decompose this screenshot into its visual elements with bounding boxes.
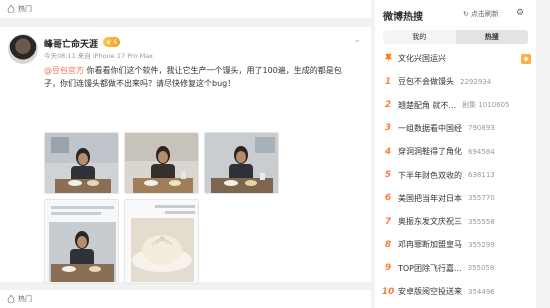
trending-item[interactable]: 10安卓版阅空投送来了 354496: [381, 282, 531, 301]
hot-search-sidebar: 微博热搜 ↻ 点击刷新 ⚙ 我的 热搜 文化兴国运兴 1 豆包不会做馒头 229293…: [375, 0, 536, 308]
trending-title: 美国把当年对日本话...: [398, 193, 462, 203]
trending-title: 穿洞洞鞋得了角化型...: [398, 147, 462, 157]
post-text-line1: 你看看你们这个软件，我让它生产一个馒头，用了100遍，生成的都是包: [84, 66, 342, 75]
trending-title: 一组数据看中国经济...: [398, 123, 462, 133]
trending-title: 奥振东发文庆祝三冠王: [398, 217, 462, 227]
tab-hot-search[interactable]: 热搜: [455, 30, 528, 44]
fire-icon: [6, 5, 15, 14]
trending-item[interactable]: 7 奥振东发文庆祝三冠王 355558: [381, 212, 531, 231]
vip-badge[interactable]: ♛ 6: [103, 37, 121, 47]
trending-rank: 1: [384, 76, 392, 87]
trending-rank: 6: [384, 193, 392, 204]
hot-label: 热门: [18, 295, 32, 303]
crown-icon: ♛: [106, 38, 112, 46]
trending-count: 355299: [468, 240, 495, 249]
trending-rank: 7: [384, 216, 392, 227]
trending-rank: 2: [384, 100, 392, 111]
trending-count: 694584: [468, 147, 495, 156]
trending-item[interactable]: 8 邓冉罪断加盟皇马 355299: [381, 235, 531, 254]
trending-item[interactable]: 3 一组数据看中国经济... 790893: [381, 119, 531, 138]
feed: 热门 峰哥亡命天涯 ♛ 6 今天08:11 来自 iPhone 17 Pro M…: [0, 0, 371, 308]
post-image-2[interactable]: [124, 132, 199, 194]
trending-rank: 9: [384, 263, 392, 274]
trending-item[interactable]: 9 TOP团除飞行嘉... 355058: [381, 259, 531, 278]
sidebar-title: 微博热搜: [383, 12, 423, 23]
post-username[interactable]: 峰哥亡命天涯: [44, 37, 98, 50]
gear-icon[interactable]: ⚙: [516, 8, 524, 18]
trending-rank: 10: [381, 286, 395, 297]
avatar[interactable]: [8, 34, 38, 64]
trending-item[interactable]: 文化兴国运兴: [381, 49, 531, 68]
post-image-5[interactable]: [124, 199, 199, 284]
post-meta: 今天08:11 来自 iPhone 17 Pro Max: [44, 52, 154, 60]
post-image-4[interactable]: [44, 199, 119, 284]
trending-rank: 4: [384, 146, 392, 157]
trending-title: 翘楚配角 就不...: [398, 100, 457, 110]
refresh-label: 点击刷新: [470, 10, 499, 18]
trending-rank: 5: [384, 170, 392, 180]
fire-icon: [6, 295, 15, 304]
post-image-1[interactable]: [44, 132, 119, 194]
post-text: @豆包官方 你看看你们这个软件，我让它生产一个馒头，用了100遍，生成的都是包 …: [44, 64, 354, 90]
trending-item[interactable]: 5 下半年财色双收的星座 638113: [381, 166, 531, 185]
trending-count: 355558: [468, 217, 495, 226]
recommend-badge: [521, 53, 531, 64]
trending-count: 355770: [468, 194, 495, 203]
tab-mine[interactable]: 我的: [383, 30, 456, 44]
mention-link[interactable]: @豆包官方: [44, 66, 84, 75]
post-card: 峰哥亡命天涯 ♛ 6 今天08:11 来自 iPhone 17 Pro Max …: [0, 27, 371, 301]
post-image-3[interactable]: [204, 132, 279, 194]
trending-title: 文化兴国运兴: [398, 54, 446, 63]
trending-title: 下半年财色双收的星座: [398, 170, 462, 180]
trending-count: 剧集 1010605: [462, 101, 510, 110]
hot-header-bottom[interactable]: 热门: [0, 290, 371, 308]
trending-count: 638113: [468, 171, 495, 179]
trending-rank: 3: [384, 123, 392, 134]
hot-label: 热门: [18, 5, 32, 13]
refresh-icon: ↻: [463, 10, 469, 18]
refresh-button[interactable]: ↻ 点击刷新: [463, 9, 499, 19]
post-text-line2: 子，你们连馒头都做不出来吗？请尽快修复这个bug！: [44, 79, 236, 88]
trending-item[interactable]: 4 穿洞洞鞋得了角化型... 694584: [381, 142, 531, 161]
trending-title: TOP团除飞行嘉...: [398, 263, 462, 273]
trending-rank: 8: [384, 239, 392, 250]
vip-level: 6: [113, 38, 118, 46]
pin-icon: [381, 53, 395, 65]
trending-title: 安卓版阅空投送来了: [398, 287, 462, 296]
sidebar-tabs: 我的 热搜: [383, 30, 528, 44]
trending-count: 790893: [468, 124, 495, 133]
hot-header-top[interactable]: 热门: [0, 0, 371, 19]
trending-item[interactable]: 6 美国把当年对日本话... 355770: [381, 189, 531, 208]
trending-title: 豆包不会做馒头: [398, 77, 454, 87]
chevron-down-icon[interactable]: ⌄: [353, 35, 361, 45]
trending-count: 355058: [467, 264, 495, 273]
trending-title: 邓冉罪断加盟皇马: [398, 240, 462, 250]
trending-count: 354496: [468, 287, 495, 296]
trending-item[interactable]: 1 豆包不会做馒头 2292934: [381, 72, 531, 91]
trending-item[interactable]: 2 翘楚配角 就不... 剧集 1010605: [381, 96, 531, 115]
trending-count: 2292934: [460, 77, 492, 86]
